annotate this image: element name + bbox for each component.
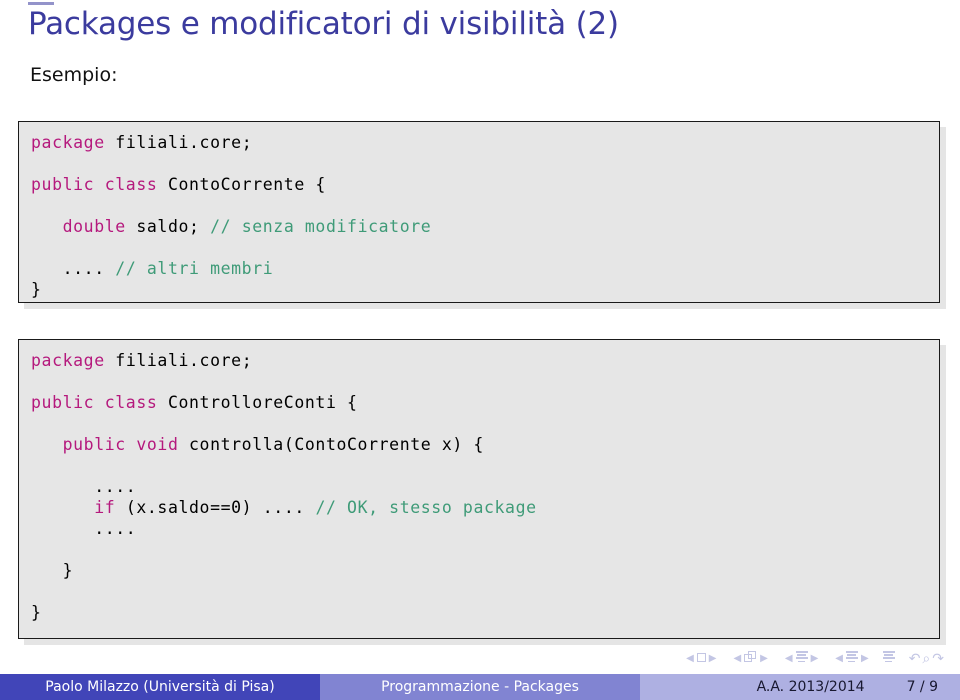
code-block-contocorrente: package filiali.core; public class Conto… bbox=[18, 120, 940, 303]
code-token-cmt: // altri membri bbox=[115, 258, 274, 278]
nav-frame-next-icon[interactable]: ▶ bbox=[757, 648, 771, 670]
code-line: .... bbox=[31, 518, 925, 539]
code-token-id: ContoCorrente { bbox=[157, 174, 326, 194]
code-token-id: (x.saldo==0) .... bbox=[115, 497, 316, 517]
code-token-cmt: // OK, stesso package bbox=[315, 497, 537, 517]
code-token-cmt: // senza modificatore bbox=[210, 216, 432, 236]
slide-canvas: Packages e modificatori di visibilità (2… bbox=[0, 0, 960, 700]
nav-section-prev-icon[interactable]: ◀ bbox=[832, 648, 846, 670]
code-line: double saldo; // senza modificatore bbox=[31, 216, 925, 237]
nav-frame-icon[interactable] bbox=[744, 648, 757, 670]
code-token-id bbox=[31, 435, 63, 454]
code-token-id: .... bbox=[31, 476, 137, 496]
nav-section-next-icon[interactable]: ▶ bbox=[858, 648, 872, 670]
code-token-id bbox=[31, 498, 94, 517]
code-line: package filiali.core; bbox=[31, 350, 925, 371]
page-title: Packages e modificatori di visibilità (2… bbox=[28, 6, 619, 42]
code-token-kw: public void bbox=[62, 434, 179, 454]
footer-title: Programmazione - Packages bbox=[320, 674, 640, 700]
code-line: .... bbox=[31, 476, 925, 497]
footer-page-number: 7 / 9 bbox=[906, 679, 938, 695]
code-token-id: filiali.core; bbox=[104, 132, 253, 152]
nav-subsection-icon[interactable] bbox=[795, 648, 808, 670]
nav-subsection-next-icon[interactable]: ▶ bbox=[808, 648, 822, 670]
nav-forward-icon[interactable]: ↷ bbox=[932, 648, 944, 670]
nav-frame-group[interactable]: ◀ ▶ bbox=[730, 648, 770, 670]
nav-back-icon[interactable]: ↶ bbox=[909, 648, 921, 670]
footline: Paolo Milazzo (Università di Pisa) Progr… bbox=[0, 674, 960, 700]
code-line: public class ContoCorrente { bbox=[31, 174, 925, 195]
code-token-id: } bbox=[31, 560, 74, 580]
code-token-id: .... bbox=[31, 258, 116, 278]
code-token-id bbox=[31, 217, 63, 236]
code-token-id: saldo; bbox=[125, 216, 211, 236]
code-token-kw: package bbox=[31, 350, 105, 370]
nav-find-icon[interactable]: ⌕ bbox=[922, 648, 930, 670]
code-line: public class ControlloreConti { bbox=[31, 392, 925, 413]
nav-slide-icon[interactable] bbox=[696, 648, 706, 670]
code-block-controlloreconti: package filiali.core; public class Contr… bbox=[18, 338, 940, 639]
code-line: package filiali.core; bbox=[31, 132, 925, 153]
footer-author: Paolo Milazzo (Università di Pisa) bbox=[0, 674, 320, 700]
nav-section-group[interactable]: ◀ ▶ bbox=[832, 648, 871, 670]
code-token-kw: public class bbox=[31, 392, 158, 412]
code-line: } bbox=[31, 279, 925, 300]
code-token-id: .... bbox=[31, 518, 137, 538]
footer-date: A.A. 2013/2014 bbox=[756, 679, 865, 695]
code-token-id: filiali.core; bbox=[104, 350, 253, 370]
code-line: public void controlla(ContoCorrente x) { bbox=[31, 434, 925, 455]
code-token-kw: double bbox=[62, 216, 126, 236]
nav-slide-next-icon[interactable]: ▶ bbox=[706, 648, 720, 670]
nav-section-icon[interactable] bbox=[845, 648, 858, 670]
code-token-kw: public class bbox=[31, 174, 158, 194]
intro-text: Esempio: bbox=[30, 64, 118, 86]
code-line: } bbox=[31, 602, 925, 623]
code-token-id: controlla(ContoCorrente x) { bbox=[178, 434, 484, 454]
code-token-id: } bbox=[31, 279, 42, 299]
code-line: } bbox=[31, 560, 925, 581]
nav-subsection-group[interactable]: ◀ ▶ bbox=[782, 648, 821, 670]
code-line: .... // altri membri bbox=[31, 258, 925, 279]
code-line: if (x.saldo==0) .... // OK, stesso packa… bbox=[31, 497, 925, 518]
nav-frame-prev-icon[interactable]: ◀ bbox=[730, 648, 744, 670]
code-token-id: ControlloreConti { bbox=[157, 392, 358, 412]
code-token-id: } bbox=[31, 602, 42, 622]
nav-subsection-prev-icon[interactable]: ◀ bbox=[782, 648, 796, 670]
nav-slide-prev-icon[interactable]: ◀ bbox=[683, 648, 697, 670]
beamer-navigation-symbols[interactable]: ◀ ▶ ◀ ▶ ◀ ▶ ◀ ▶ ↶ ⌕ ↷ bbox=[683, 648, 944, 670]
footer-meta: A.A. 2013/2014 7 / 9 bbox=[640, 674, 960, 700]
nav-appendix-icon[interactable] bbox=[882, 648, 895, 670]
nav-slide-group[interactable]: ◀ ▶ bbox=[683, 648, 719, 670]
code-token-kw: if bbox=[94, 497, 116, 517]
code-token-kw: package bbox=[31, 132, 105, 152]
